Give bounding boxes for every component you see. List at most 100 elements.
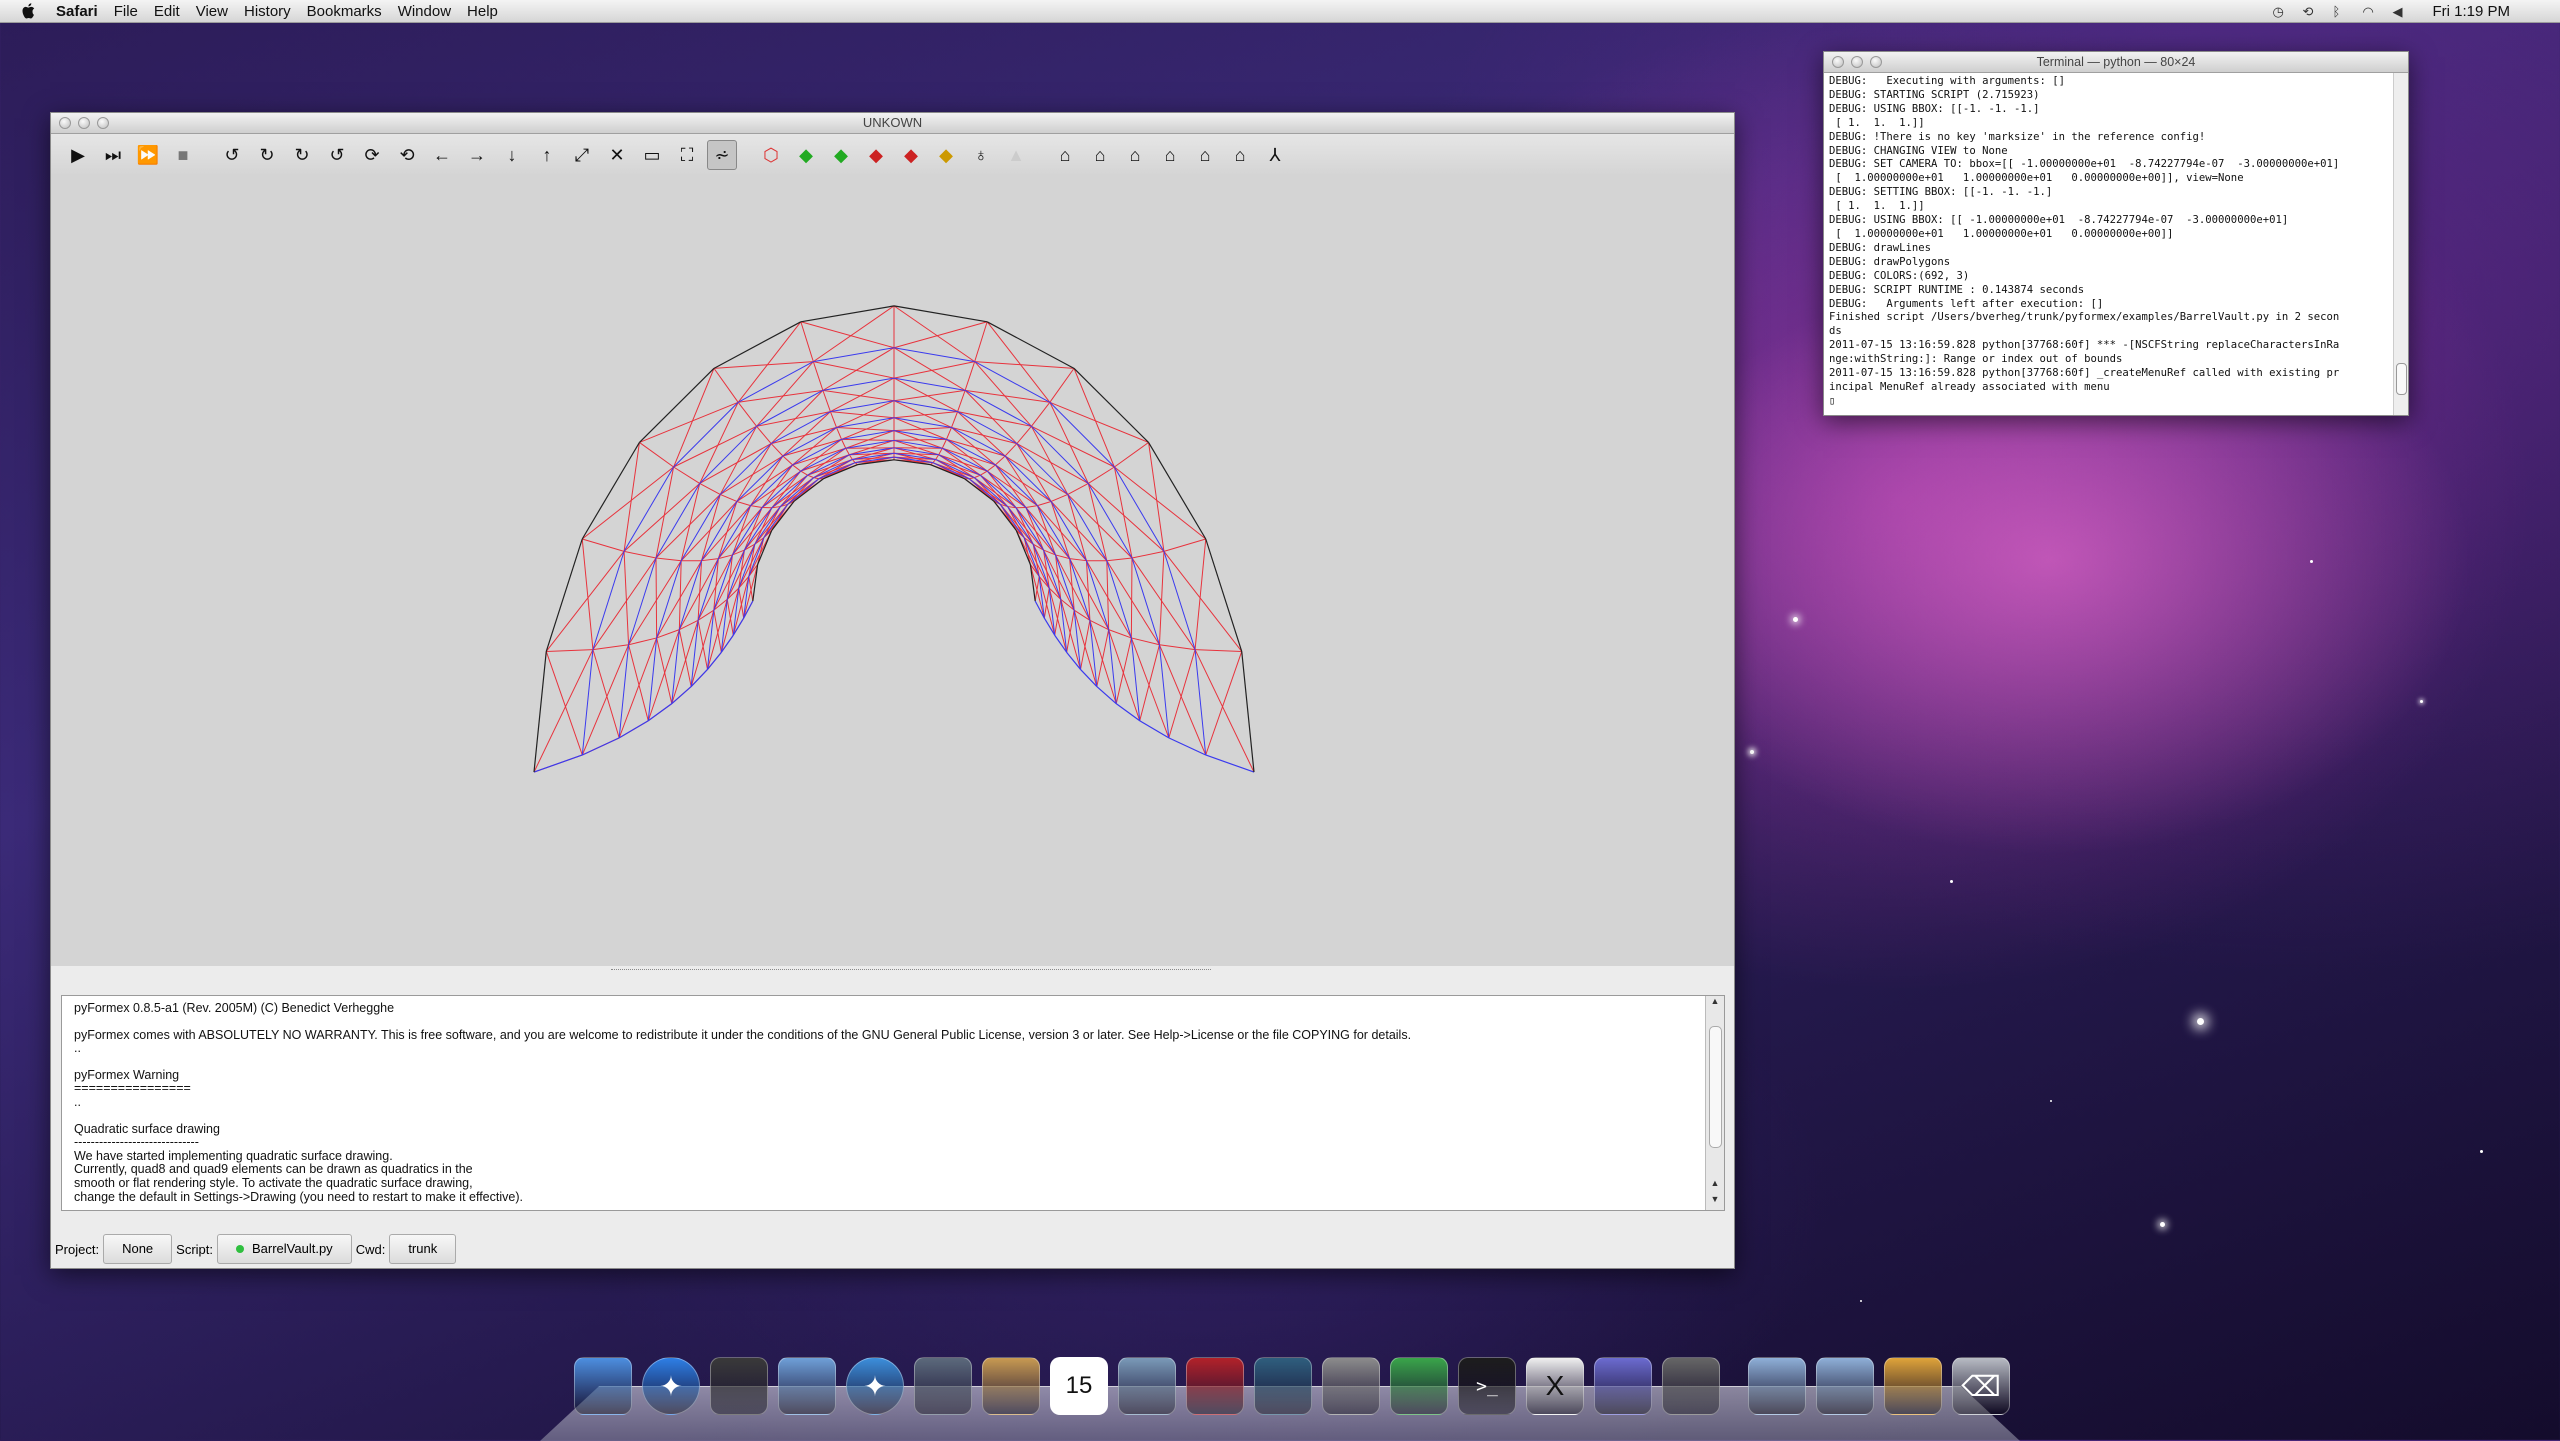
- terminal-output[interactable]: DEBUG: Executing with arguments: []DEBUG…: [1824, 73, 2392, 415]
- stop-icon[interactable]: ■: [168, 140, 198, 170]
- zoom-in-icon[interactable]: ⤢: [567, 140, 597, 170]
- menu-help[interactable]: Help: [467, 3, 498, 20]
- finder-icon[interactable]: [574, 1357, 632, 1415]
- console-scrollbar[interactable]: ▲ ▲ ▼: [1705, 996, 1724, 1210]
- canvas-console-splitter[interactable]: [611, 969, 1211, 973]
- play-icon[interactable]: ▶: [63, 140, 93, 170]
- apple-menu-icon[interactable]: [20, 2, 38, 20]
- documents-folder-icon[interactable]: [1816, 1357, 1874, 1415]
- rotate-down-icon[interactable]: ↺: [322, 140, 352, 170]
- rotate-right-icon[interactable]: ↻: [252, 140, 282, 170]
- trash-icon[interactable]: ⌫: [1952, 1357, 2010, 1415]
- wireframe-icon[interactable]: ⬡: [756, 140, 786, 170]
- ical-icon[interactable]: 15: [1050, 1357, 1108, 1415]
- view-left-icon[interactable]: ⌂: [1120, 140, 1150, 170]
- scroll-up-icon[interactable]: ▲: [1706, 1178, 1724, 1192]
- dashboard-icon[interactable]: [710, 1357, 768, 1415]
- x11-icon[interactable]: X: [1526, 1357, 1584, 1415]
- mesh-edge: [801, 322, 814, 362]
- address-book-icon[interactable]: [982, 1357, 1040, 1415]
- script-field[interactable]: BarrelVault.py: [217, 1234, 352, 1264]
- menu-edit[interactable]: Edit: [154, 3, 180, 20]
- menu-window[interactable]: Window: [398, 3, 451, 20]
- mesh-edge: [1206, 539, 1242, 651]
- scroll-down-icon[interactable]: ▼: [1706, 1194, 1724, 1208]
- message-console[interactable]: pyFormex 0.8.5-a1 (Rev. 2005M) (C) Bened…: [61, 995, 1725, 1211]
- mesh-edge: [624, 483, 700, 551]
- mesh-edge: [813, 306, 894, 362]
- view-right-icon[interactable]: ⌂: [1155, 140, 1185, 170]
- menu-view[interactable]: View: [196, 3, 228, 20]
- view-bottom-icon[interactable]: ⌂: [1225, 140, 1255, 170]
- zoom-button[interactable]: [1870, 56, 1882, 68]
- project-field[interactable]: None: [103, 1234, 172, 1264]
- zoom-all-icon[interactable]: ⛶: [672, 140, 702, 170]
- zoom-rectangle-icon[interactable]: ▭: [637, 140, 667, 170]
- volume-icon[interactable]: ◀: [2392, 4, 2408, 18]
- mesh-edge: [639, 442, 673, 467]
- flat-wire-icon[interactable]: ◆: [896, 140, 926, 170]
- downloads-stack-icon[interactable]: [1884, 1357, 1942, 1415]
- safari-icon[interactable]: ✦: [846, 1357, 904, 1415]
- flat-icon[interactable]: ◆: [861, 140, 891, 170]
- zoom-button[interactable]: [97, 117, 109, 129]
- terminal-scroll-thumb[interactable]: [2396, 363, 2407, 395]
- cwd-field[interactable]: trunk: [389, 1234, 456, 1264]
- photo-booth-icon[interactable]: [1186, 1357, 1244, 1415]
- menu-bookmarks[interactable]: Bookmarks: [307, 3, 382, 20]
- wifi-icon[interactable]: ◠: [2362, 4, 2378, 18]
- perspective-icon[interactable]: ⩫: [707, 140, 737, 170]
- close-button[interactable]: [59, 117, 71, 129]
- scroll-thumb[interactable]: [1709, 1026, 1722, 1148]
- terminal-line: DEBUG: CHANGING VIEW to None: [1829, 145, 2387, 159]
- terminal-icon[interactable]: >_: [1458, 1357, 1516, 1415]
- smooth-wire-icon[interactable]: ◆: [826, 140, 856, 170]
- light-icon[interactable]: ♁: [966, 140, 996, 170]
- opengl-canvas[interactable]: [51, 176, 1734, 966]
- time-machine-icon[interactable]: [1254, 1357, 1312, 1415]
- sync-status-icon[interactable]: ⟲: [2302, 4, 2318, 18]
- minimize-button[interactable]: [1851, 56, 1863, 68]
- transparency-icon[interactable]: ▲: [1001, 140, 1031, 170]
- menu-history[interactable]: History: [244, 3, 291, 20]
- minimize-button[interactable]: [78, 117, 90, 129]
- view-iso-icon[interactable]: ⅄: [1260, 140, 1290, 170]
- fast-forward-icon[interactable]: ⏩: [133, 140, 163, 170]
- pyformex-titlebar[interactable]: UNKOWN: [51, 113, 1734, 134]
- zoom-out-icon[interactable]: ✕: [602, 140, 632, 170]
- iphoto-icon[interactable]: [1118, 1357, 1176, 1415]
- mail-icon[interactable]: [778, 1357, 836, 1415]
- view-top-icon[interactable]: ⌂: [1190, 140, 1220, 170]
- view-front-icon[interactable]: ⌂: [1050, 140, 1080, 170]
- menu-file[interactable]: File: [114, 3, 138, 20]
- time-machine-status-icon[interactable]: ◷: [2272, 4, 2288, 18]
- rotate-left-icon[interactable]: ↺: [217, 140, 247, 170]
- emacs-icon[interactable]: [1594, 1357, 1652, 1415]
- mesh-edge: [1074, 368, 1149, 442]
- scroll-up-icon[interactable]: ▲: [1706, 996, 1724, 1010]
- menu-app-name[interactable]: Safari: [56, 3, 98, 20]
- rotate-cw-icon[interactable]: ⟳: [357, 140, 387, 170]
- view-back-icon[interactable]: ⌂: [1085, 140, 1115, 170]
- facetime-icon[interactable]: [914, 1357, 972, 1415]
- pyformex-icon[interactable]: [1390, 1357, 1448, 1415]
- app-store-icon[interactable]: ✦: [642, 1357, 700, 1415]
- mesh-edge: [987, 322, 1074, 369]
- arrow-right-icon[interactable]: →: [462, 140, 492, 170]
- applications-folder-icon[interactable]: [1748, 1357, 1806, 1415]
- smooth-icon[interactable]: ◆: [791, 140, 821, 170]
- terminal-scrollbar[interactable]: [2393, 73, 2408, 415]
- bluetooth-icon[interactable]: ᛒ: [2332, 4, 2348, 18]
- arrow-left-icon[interactable]: ←: [427, 140, 457, 170]
- display-icon[interactable]: [1662, 1357, 1720, 1415]
- flat-edges-icon[interactable]: ◆: [931, 140, 961, 170]
- arrow-down-icon[interactable]: ↓: [497, 140, 527, 170]
- terminal-titlebar[interactable]: Terminal — python — 80×24: [1824, 52, 2408, 73]
- rotate-up-icon[interactable]: ↻: [287, 140, 317, 170]
- menu-clock[interactable]: Fri 1:19 PM: [2432, 3, 2510, 20]
- arrow-up-icon[interactable]: ↑: [532, 140, 562, 170]
- system-preferences-icon[interactable]: [1322, 1357, 1380, 1415]
- close-button[interactable]: [1832, 56, 1844, 68]
- rotate-ccw-icon[interactable]: ⟲: [392, 140, 422, 170]
- step-icon[interactable]: ⏭: [98, 140, 128, 170]
